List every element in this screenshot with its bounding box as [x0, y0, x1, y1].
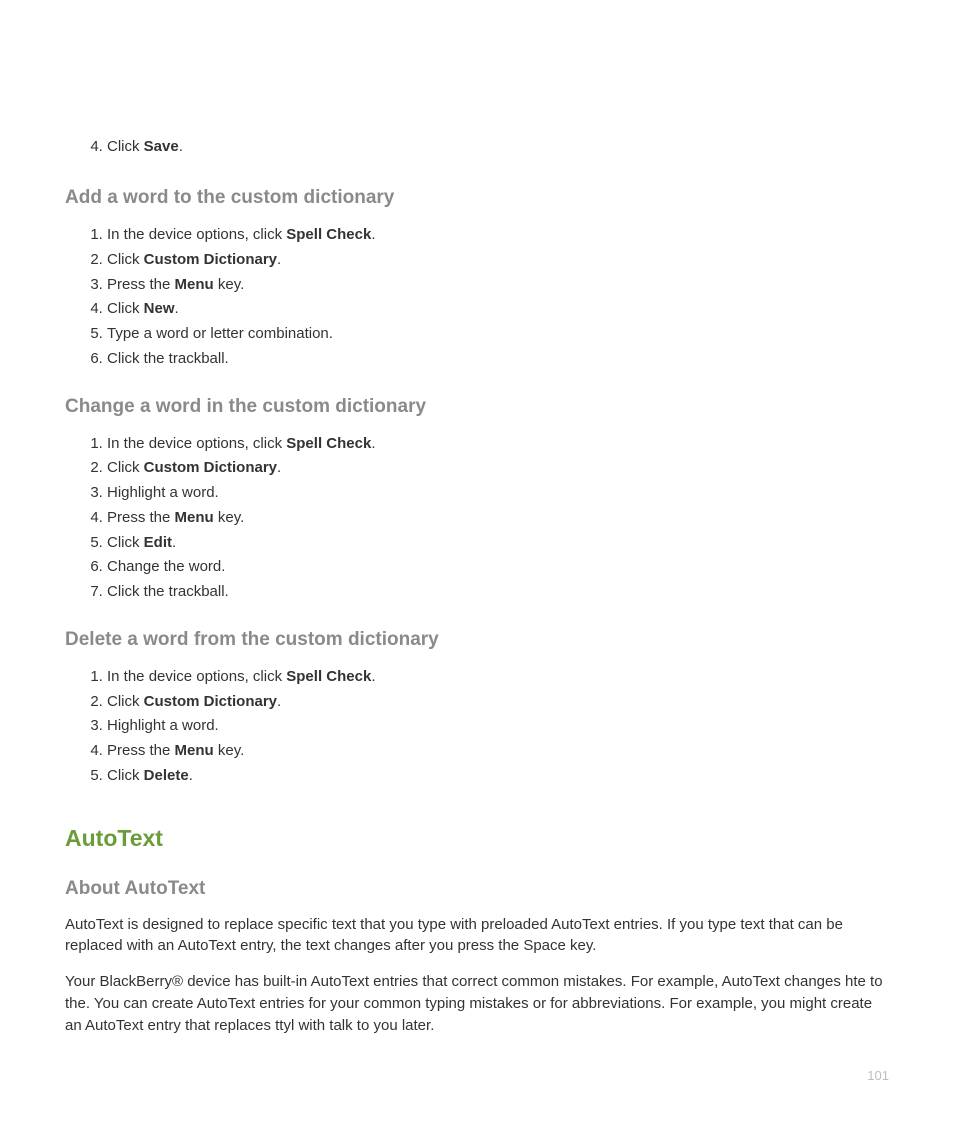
- step-item: In the device options, click Spell Check…: [107, 223, 889, 248]
- step-list: In the device options, click Spell Check…: [107, 665, 889, 789]
- step-item: Press the Menu key.: [107, 739, 889, 764]
- orphan-step-list: Click Save.: [107, 135, 889, 159]
- autotext-subheading: About AutoText: [65, 878, 889, 900]
- bold-term: Spell Check: [286, 435, 371, 452]
- step-item: Click the trackball.: [107, 347, 889, 372]
- bold-term: Menu: [175, 742, 214, 759]
- step-item: Click Save.: [107, 135, 889, 159]
- step-item: Press the Menu key.: [107, 273, 889, 298]
- bold-term: Menu: [175, 276, 214, 293]
- step-item: Change the word.: [107, 555, 889, 580]
- bold-term: Custom Dictionary: [144, 251, 277, 268]
- page-number: 101: [867, 1068, 889, 1083]
- bold-term: Spell Check: [286, 226, 371, 243]
- bold-term: Save: [144, 138, 179, 155]
- step-item: Click the trackball.: [107, 580, 889, 605]
- bold-term: Menu: [175, 509, 214, 526]
- bold-term: Edit: [144, 534, 172, 551]
- step-item: Click Edit.: [107, 531, 889, 556]
- bold-term: Custom Dictionary: [144, 693, 277, 710]
- step-list: In the device options, click Spell Check…: [107, 432, 889, 605]
- section-heading: Change a word in the custom dictionary: [65, 396, 889, 418]
- step-list: In the device options, click Spell Check…: [107, 223, 889, 372]
- step-item: Highlight a word.: [107, 481, 889, 506]
- autotext-paragraph-2: Your BlackBerry® device has built-in Aut…: [65, 971, 889, 1036]
- sections-container: Add a word to the custom dictionary In th…: [65, 187, 889, 789]
- step-item: Click New.: [107, 297, 889, 322]
- step-item: Type a word or letter combination.: [107, 322, 889, 347]
- autotext-title: AutoText: [65, 825, 889, 852]
- step-item: Click Custom Dictionary.: [107, 248, 889, 273]
- section-heading: Delete a word from the custom dictionary: [65, 629, 889, 651]
- bold-term: Delete: [144, 767, 189, 784]
- step-item: Highlight a word.: [107, 714, 889, 739]
- step-item: Click Delete.: [107, 764, 889, 789]
- bold-term: Custom Dictionary: [144, 459, 277, 476]
- section-heading: Add a word to the custom dictionary: [65, 187, 889, 209]
- step-item: Click Custom Dictionary.: [107, 456, 889, 481]
- step-item: In the device options, click Spell Check…: [107, 665, 889, 690]
- step-item: Click Custom Dictionary.: [107, 690, 889, 715]
- bold-term: Spell Check: [286, 668, 371, 685]
- step-item: Press the Menu key.: [107, 506, 889, 531]
- step-item: In the device options, click Spell Check…: [107, 432, 889, 457]
- autotext-paragraph-1: AutoText is designed to replace specific…: [65, 914, 889, 958]
- bold-term: New: [144, 300, 175, 317]
